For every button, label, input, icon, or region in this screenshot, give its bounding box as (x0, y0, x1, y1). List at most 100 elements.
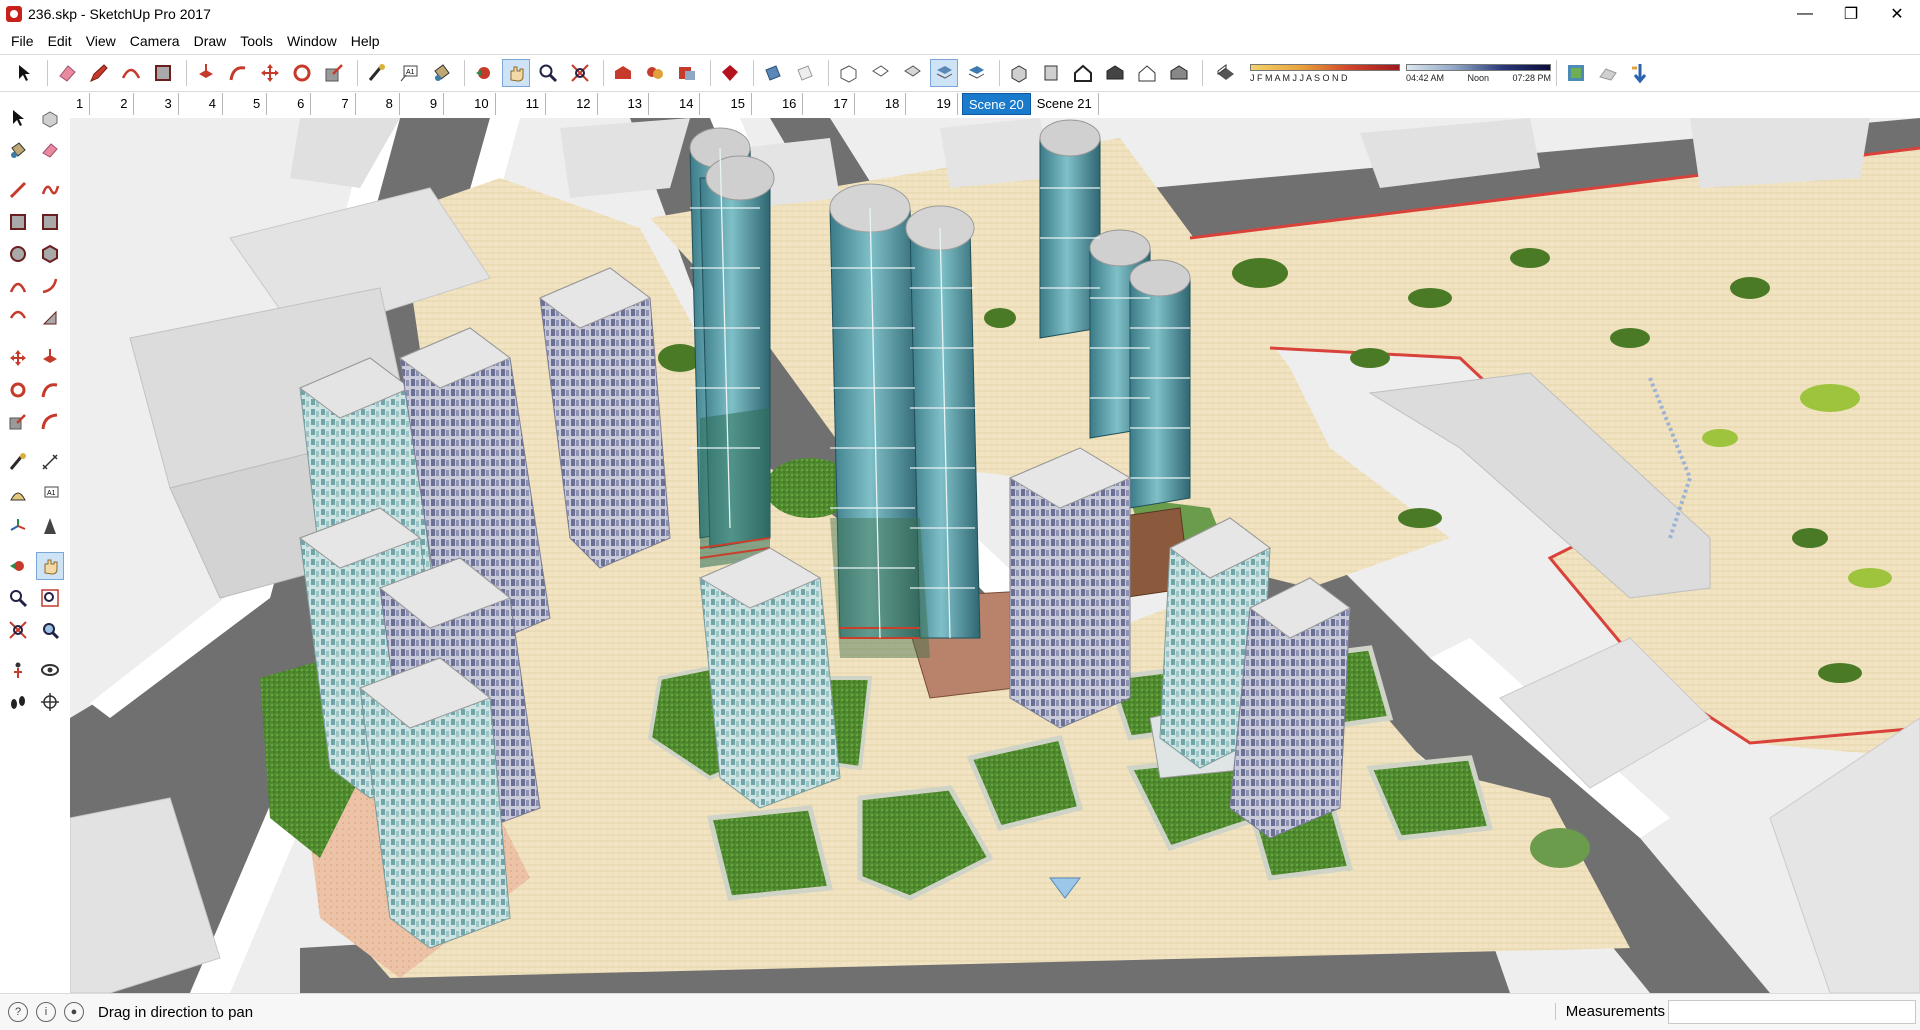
position-camera-icon[interactable] (4, 656, 32, 684)
rectangle-icon[interactable] (4, 208, 32, 236)
push-pull-icon[interactable] (36, 344, 64, 372)
eraser-icon[interactable] (53, 59, 81, 87)
select-icon[interactable] (4, 104, 32, 132)
scene-tab[interactable]: 10 (444, 93, 496, 115)
scene-tab[interactable]: 11 (496, 93, 547, 115)
scene-tab[interactable]: 19 (906, 93, 958, 115)
scene-tab[interactable]: 2 (90, 93, 135, 115)
rotate-icon[interactable] (4, 376, 32, 404)
zoom-icon[interactable] (534, 59, 562, 87)
circle-icon[interactable] (4, 240, 32, 268)
rotate-icon[interactable] (288, 59, 316, 87)
freehand-icon[interactable] (36, 176, 64, 204)
model-viewport[interactable] (70, 118, 1920, 993)
iso-view-icon[interactable] (1005, 59, 1033, 87)
orbit-icon[interactable] (470, 59, 498, 87)
menu-camera[interactable]: Camera (123, 28, 187, 54)
paint-bucket-icon[interactable] (4, 136, 32, 164)
minimize-button[interactable]: — (1782, 0, 1828, 28)
scene-tab[interactable]: Scene 21 (1031, 93, 1099, 115)
scene-tab[interactable]: 1 (70, 93, 91, 115)
scene-tab[interactable]: 8 (356, 93, 400, 115)
time-slider[interactable]: 04:42 AM Noon 07:28 PM (1406, 63, 1551, 83)
scene-tab[interactable]: 14 (649, 93, 701, 115)
follow-me-icon[interactable] (224, 59, 252, 87)
top-view-icon[interactable] (1037, 59, 1065, 87)
time-bar[interactable] (1406, 63, 1551, 71)
menu-file[interactable]: File (4, 28, 41, 54)
month-slider[interactable]: J F M A M J J A S O N D (1250, 63, 1400, 83)
shaded-textures-icon[interactable] (930, 59, 958, 87)
scene-tab[interactable]: 16 (752, 93, 804, 115)
scene-tab[interactable]: 15 (700, 93, 752, 115)
warehouse-icon[interactable] (609, 59, 637, 87)
measurements-input[interactable] (1668, 1000, 1916, 1024)
pencil-icon[interactable] (85, 59, 113, 87)
shadows-toggle-icon[interactable] (1212, 59, 1240, 87)
polygon-icon[interactable] (36, 240, 64, 268)
line-icon[interactable] (4, 176, 32, 204)
month-bar[interactable] (1250, 63, 1400, 71)
axes-icon[interactable] (4, 512, 32, 540)
scene-tab[interactable]: 9 (400, 93, 445, 115)
scene-tab[interactable]: 12 (546, 93, 598, 115)
menu-window[interactable]: Window (280, 28, 344, 54)
menu-tools[interactable]: Tools (233, 28, 280, 54)
scale-icon[interactable] (4, 408, 32, 436)
scene-tab[interactable]: 13 (598, 93, 650, 115)
credits-info-icon[interactable]: i (36, 1002, 56, 1022)
section-plane-icon[interactable] (759, 59, 787, 87)
front-view-icon[interactable] (1069, 59, 1097, 87)
select-icon[interactable] (10, 59, 38, 87)
dimension-icon[interactable] (36, 448, 64, 476)
offset-icon[interactable] (36, 408, 64, 436)
text-icon[interactable]: A1 (395, 59, 423, 87)
restore-button[interactable]: ❐ (1828, 0, 1874, 28)
pie-icon[interactable] (36, 304, 64, 332)
menu-help[interactable]: Help (344, 28, 387, 54)
terrain-icon[interactable] (1594, 59, 1622, 87)
rotated-rectangle-icon[interactable] (36, 208, 64, 236)
scene-tab[interactable]: 6 (267, 93, 312, 115)
orbit-icon[interactable] (4, 552, 32, 580)
two-point-arc-icon[interactable] (36, 272, 64, 300)
scene-tab[interactable]: 5 (223, 93, 268, 115)
3d-text-icon[interactable] (36, 512, 64, 540)
geolocation-status-icon[interactable]: ? (8, 1002, 28, 1022)
tape-measure-icon[interactable] (363, 59, 391, 87)
hidden-line-icon[interactable] (898, 59, 926, 87)
photo-textures-icon[interactable] (1626, 59, 1654, 87)
rectangle-icon[interactable] (149, 59, 177, 87)
zoom-extents-icon[interactable] (4, 616, 32, 644)
walk-icon[interactable] (4, 688, 32, 716)
tape-measure-icon[interactable] (4, 448, 32, 476)
scale-icon[interactable] (320, 59, 348, 87)
display-section-icon[interactable] (791, 59, 819, 87)
right-view-icon[interactable] (1101, 59, 1129, 87)
menu-view[interactable]: View (79, 28, 123, 54)
previous-view-icon[interactable] (36, 616, 64, 644)
geo-location-icon[interactable] (1562, 59, 1590, 87)
move-icon[interactable] (4, 344, 32, 372)
scene-tab-active[interactable]: Scene 20 (961, 93, 1031, 115)
paint-bucket-icon[interactable] (427, 59, 455, 87)
xray-icon[interactable] (834, 59, 862, 87)
scene-tab[interactable]: 7 (311, 93, 356, 115)
menu-draw[interactable]: Draw (187, 28, 234, 54)
arc-icon[interactable] (4, 272, 32, 300)
share-model-icon[interactable] (673, 59, 701, 87)
user-account-icon[interactable]: ● (64, 1002, 84, 1022)
follow-me-icon[interactable] (36, 376, 64, 404)
scene-tab[interactable]: 18 (855, 93, 907, 115)
scene-tab[interactable]: 3 (134, 93, 179, 115)
back-view-icon[interactable] (1133, 59, 1161, 87)
eraser-icon[interactable] (36, 136, 64, 164)
extension-warehouse-icon[interactable] (716, 59, 744, 87)
look-around-icon[interactable] (36, 656, 64, 684)
three-point-arc-icon[interactable] (4, 304, 32, 332)
wireframe-icon[interactable] (866, 59, 894, 87)
protractor-icon[interactable] (4, 480, 32, 508)
menu-edit[interactable]: Edit (41, 28, 79, 54)
zoom-window-icon[interactable] (36, 584, 64, 612)
monochrome-icon[interactable] (962, 59, 990, 87)
